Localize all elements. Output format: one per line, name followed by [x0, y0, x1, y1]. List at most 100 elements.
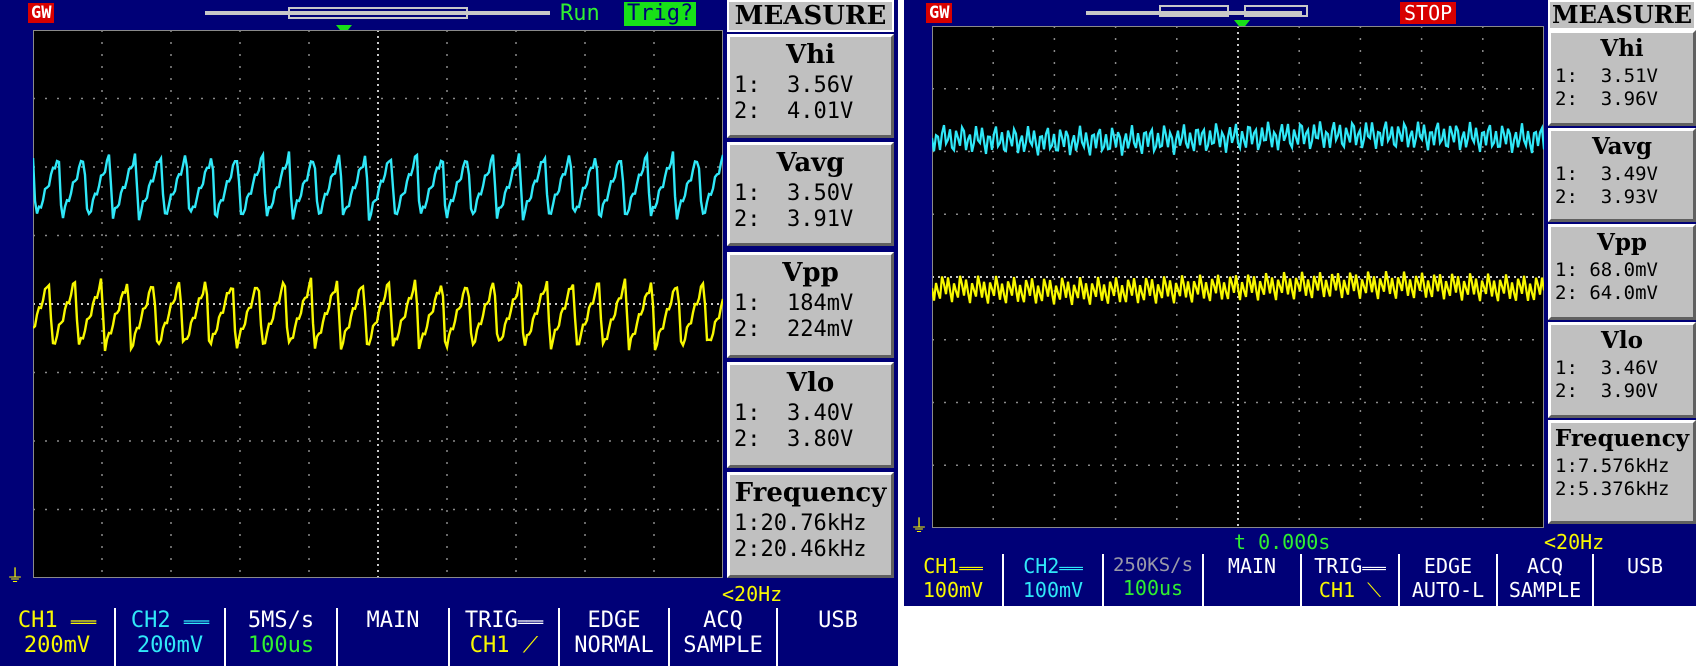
measure-name: Vavg	[1591, 133, 1653, 160]
measure-value-ch1: 1:20.76kHz	[734, 511, 867, 536]
rising-edge-icon: ⟋	[522, 633, 539, 658]
dc-coupling-icon: ═══	[517, 615, 544, 631]
ch2-label: CH2	[1023, 554, 1060, 578]
timebase-value: 100us	[1122, 576, 1184, 600]
measure-name: Vhi	[1600, 35, 1644, 62]
measure-box-1[interactable]: Vavg 1: 3.49V 2: 3.93V	[1548, 128, 1696, 222]
dc-coupling-icon: ═══	[959, 562, 983, 577]
trig-label: TRIG	[1314, 554, 1363, 578]
acq-label: ACQ	[703, 608, 743, 633]
oscilloscope-screen-right: GW STOP ⏚ MEASURE Vhi 1: 3.51V 2: 3.96V Vav…	[904, 0, 1696, 606]
ch2-label: CH2	[130, 608, 171, 633]
sample-rate: 250KS/s	[1112, 554, 1194, 576]
acquire-setting[interactable]: ACQ SAMPLE	[1498, 554, 1594, 606]
measure-name: Vlo	[786, 368, 835, 398]
edge-setting[interactable]: EDGE NORMAL	[560, 608, 670, 666]
measure-box-3[interactable]: Vlo 1: 3.46V 2: 3.90V	[1548, 322, 1696, 418]
dc-coupling-icon: ═══	[183, 615, 210, 631]
measure-name: Vpp	[1596, 229, 1647, 256]
timebase-setting[interactable]: 5MS/s 100us	[226, 608, 338, 666]
measure-box-0[interactable]: Vhi 1: 3.56V 2: 4.01V	[727, 34, 894, 138]
measure-name: Vpp	[782, 258, 839, 288]
waveform-canvas	[33, 30, 723, 578]
ch1-scale: 200mV	[23, 633, 91, 658]
bottom-menu-bar: CH1═══ 100mV CH2═══ 100mV 250KS/s 100us …	[904, 554, 1696, 606]
waveform-grid	[932, 26, 1544, 528]
measure-value-ch2: 2: 3.96V	[1555, 88, 1658, 110]
ch1-setting[interactable]: CH1 ═══ 200mV	[0, 608, 116, 666]
main-label: MAIN	[366, 608, 420, 633]
edge-label: EDGE	[1423, 554, 1473, 578]
dc-coupling-icon: ═══	[1059, 562, 1083, 577]
measure-value-ch2: 2:5.376kHz	[1555, 478, 1670, 500]
measure-panel-title: MEASURE	[727, 0, 894, 32]
edge-mode: AUTO-L	[1411, 578, 1485, 602]
falling-edge-icon: ⟍	[1367, 578, 1382, 602]
measure-value-ch2: 2: 3.90V	[1555, 380, 1658, 402]
measure-value-ch2: 2: 3.91V	[734, 207, 854, 232]
measure-box-2[interactable]: Vpp 1: 68.0mV 2: 64.0mV	[1548, 224, 1696, 320]
measure-value-ch2: 2: 3.93V	[1555, 186, 1658, 208]
measure-name: Frequency	[1554, 425, 1690, 452]
ground-level-marker-icon: ⏚	[910, 516, 928, 537]
ch1-label: CH1	[923, 554, 960, 578]
memory-window-indicator[interactable]	[288, 7, 468, 19]
acq-mode: SAMPLE	[683, 633, 763, 658]
time-readout: t 0.000s	[1234, 530, 1331, 554]
measure-box-4[interactable]: Frequency 1:7.576kHz 2:5.376kHz	[1548, 420, 1696, 524]
measure-value-ch1: 1: 184mV	[734, 291, 854, 316]
stop-status: STOP	[1400, 2, 1457, 24]
ch1-waveform	[932, 119, 1544, 156]
memory-window-indicator-2[interactable]	[1244, 5, 1308, 17]
usb-label: USB	[818, 608, 858, 633]
memory-window-indicator[interactable]	[1159, 5, 1229, 17]
trig-label: TRIG	[464, 608, 518, 633]
timebase-value: 100us	[247, 633, 315, 658]
usb-button[interactable]: USB	[1594, 554, 1696, 606]
dc-coupling-icon: ═══	[70, 615, 97, 631]
brand-badge: GW	[926, 3, 953, 23]
measure-box-1[interactable]: Vavg 1: 3.50V 2: 3.91V	[727, 142, 894, 246]
measure-value-ch1: 1: 68.0mV	[1555, 259, 1658, 281]
measure-value-ch1: 1: 3.49V	[1555, 163, 1658, 185]
measure-panel-title: MEASURE	[1548, 0, 1696, 30]
measure-value-ch2: 2:20.46kHz	[734, 537, 867, 562]
acquire-setting[interactable]: ACQ SAMPLE	[670, 608, 778, 666]
measure-value-ch1: 1: 3.56V	[734, 73, 854, 98]
measure-box-2[interactable]: Vpp 1: 184mV 2: 224mV	[727, 252, 894, 358]
ch2-setting[interactable]: CH2═══ 100mV	[1004, 554, 1104, 606]
sample-rate: 5MS/s	[247, 608, 315, 633]
main-menu-button[interactable]: MAIN	[338, 608, 450, 666]
measure-value-ch1: 1: 3.40V	[734, 401, 854, 426]
trigger-setting[interactable]: TRIG═══ CH1 ⟋	[450, 608, 560, 666]
measure-value-ch2: 2: 4.01V	[734, 99, 854, 124]
waveform-grid	[33, 30, 723, 578]
edge-label: EDGE	[587, 608, 641, 633]
frequency-status: <20Hz	[1544, 530, 1605, 554]
frequency-status: <20Hz	[722, 582, 783, 606]
measure-name: Frequency	[734, 478, 887, 508]
edge-setting[interactable]: EDGE AUTO-L	[1400, 554, 1498, 606]
ch2-scale: 200mV	[136, 633, 204, 658]
acq-mode: SAMPLE	[1508, 578, 1582, 602]
trigger-status: Trig?	[624, 2, 697, 26]
ch2-setting[interactable]: CH2 ═══ 200mV	[116, 608, 226, 666]
usb-button[interactable]: USB	[778, 608, 898, 666]
graticule	[33, 30, 723, 578]
main-label: MAIN	[1227, 554, 1277, 578]
measure-value-ch1: 1:7.576kHz	[1555, 455, 1670, 477]
main-menu-button[interactable]: MAIN	[1204, 554, 1302, 606]
measure-box-3[interactable]: Vlo 1: 3.40V 2: 3.80V	[727, 362, 894, 468]
ch2-scale: 100mV	[1022, 578, 1084, 602]
timebase-setting[interactable]: 250KS/s 100us	[1104, 554, 1204, 606]
measure-name: Vavg	[776, 148, 845, 178]
edge-mode: NORMAL	[574, 633, 654, 658]
measure-value-ch1: 1: 3.46V	[1555, 357, 1658, 379]
measure-box-0[interactable]: Vhi 1: 3.51V 2: 3.96V	[1548, 30, 1696, 126]
measure-box-4[interactable]: Frequency 1:20.76kHz 2:20.46kHz	[727, 472, 894, 578]
waveform-canvas	[932, 26, 1544, 528]
measure-value-ch2: 2: 224mV	[734, 317, 854, 342]
ch1-setting[interactable]: CH1═══ 100mV	[904, 554, 1004, 606]
trigger-setting[interactable]: TRIG═══ CH1 ⟍	[1302, 554, 1400, 606]
measure-name: Vlo	[1601, 327, 1643, 354]
